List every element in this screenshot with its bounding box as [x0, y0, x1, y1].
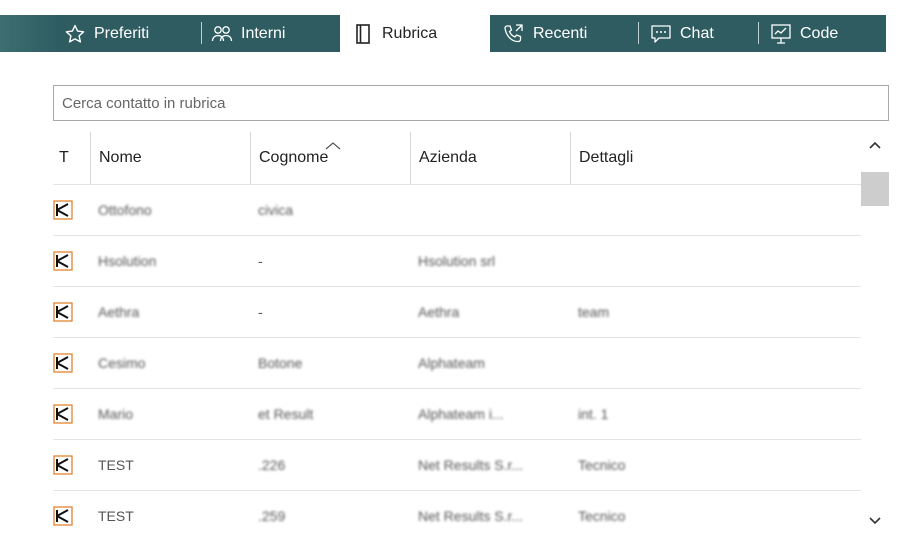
cell-cognome: -: [258, 253, 263, 269]
column-label: Cognome: [259, 149, 329, 166]
table-row[interactable]: Ottofono civica: [53, 184, 861, 235]
book-icon: [352, 23, 374, 45]
tab-divider: [201, 22, 202, 44]
chat-icon: [650, 23, 672, 45]
cell-cognome: -: [258, 304, 263, 320]
tab-divider: [638, 22, 639, 44]
cell-dettagli: int. 1: [578, 406, 609, 422]
scroll-down-icon[interactable]: [868, 514, 882, 528]
queue-icon: [770, 23, 792, 45]
tab-label: Recenti: [533, 24, 588, 42]
cell-nome: Cesimo: [98, 355, 146, 371]
cell-azienda: Hsolution srl: [418, 253, 496, 269]
table-header: T Nome Cognome Azienda Dettagli: [53, 132, 861, 184]
search-input[interactable]: [54, 86, 888, 120]
tab-label: Code: [800, 24, 839, 42]
column-header-type[interactable]: T: [53, 132, 90, 184]
column-label: Nome: [99, 149, 142, 166]
cell-nome: Aethra: [98, 304, 140, 320]
table-row[interactable]: Hsolution - Hsolution srl: [53, 235, 861, 286]
cell-cognome: et Result: [258, 406, 314, 422]
tab-preferiti[interactable]: Preferiti: [64, 15, 149, 52]
cell-dettagli: Tecnico: [578, 508, 626, 524]
tab-label: Interni: [241, 24, 286, 42]
scroll-up-icon[interactable]: [868, 138, 882, 152]
star-icon: [64, 23, 86, 45]
contact-card-icon: [53, 404, 73, 424]
tab-label: Preferiti: [94, 24, 150, 42]
table-row[interactable]: Cesimo Botone Alphateam: [53, 337, 861, 388]
cell-cognome: .226: [258, 457, 286, 473]
contact-card-icon: [53, 506, 73, 526]
cell-nome: Hsolution: [98, 253, 157, 269]
table-row[interactable]: TEST .259 Net Results S.r... Tecnico: [53, 490, 861, 536]
table-row[interactable]: Aethra - Aethra team: [53, 286, 861, 337]
tab-interni[interactable]: Interni: [211, 15, 285, 52]
cell-cognome: Botone: [258, 355, 303, 371]
cell-nome: Mario: [98, 406, 134, 422]
contact-card-icon: [53, 455, 73, 475]
tab-code[interactable]: Code: [770, 15, 838, 52]
table-row[interactable]: TEST .226 Net Results S.r... Tecnico: [53, 439, 861, 490]
search-box: [53, 85, 889, 121]
cell-nome: TEST: [98, 508, 134, 524]
tab-rubrica[interactable]: Rubrica: [340, 15, 490, 52]
contact-card-icon: [53, 302, 73, 322]
contact-card-icon: [53, 353, 73, 373]
cell-cognome: civica: [258, 202, 294, 218]
cell-cognome: .259: [258, 508, 286, 524]
column-label: Dettagli: [579, 149, 634, 166]
column-header-dettagli[interactable]: Dettagli: [570, 132, 861, 184]
tab-label: Rubrica: [382, 24, 438, 42]
cell-nome: Ottofono: [98, 202, 152, 218]
cell-azienda: Net Results S.r...: [418, 508, 524, 524]
tab-label: Chat: [680, 24, 714, 42]
contact-card-icon: [53, 200, 73, 220]
sort-ascending-icon: [325, 138, 341, 156]
cell-azienda: Alphateam: [418, 355, 485, 371]
table-row[interactable]: Mario et Result Alphateam i... int. 1: [53, 388, 861, 439]
tab-recenti[interactable]: Recenti: [503, 15, 587, 52]
column-header-nome[interactable]: Nome: [90, 132, 250, 184]
scrollbar-thumb[interactable]: [861, 172, 889, 206]
contacts-table: T Nome Cognome Azienda Dettagli Ottofono…: [53, 132, 861, 536]
cell-nome: TEST: [98, 457, 134, 473]
tab-divider: [758, 22, 759, 44]
column-label: Azienda: [419, 149, 477, 166]
cell-dettagli: Tecnico: [578, 457, 626, 473]
cell-dettagli: team: [578, 304, 610, 320]
vertical-scrollbar[interactable]: [861, 132, 889, 536]
users-icon: [211, 23, 233, 45]
top-tab-bar: Preferiti Interni Rubrica Recenti Chat C…: [0, 0, 924, 52]
phone-recent-icon: [503, 23, 525, 45]
cell-azienda: Aethra: [418, 304, 460, 320]
column-label: T: [59, 149, 69, 166]
column-header-azienda[interactable]: Azienda: [410, 132, 570, 184]
cell-azienda: Net Results S.r...: [418, 457, 524, 473]
cell-azienda: Alphateam i...: [418, 406, 504, 422]
tab-chat[interactable]: Chat: [650, 15, 714, 52]
contact-card-icon: [53, 251, 73, 271]
column-header-cognome[interactable]: Cognome: [250, 132, 410, 184]
